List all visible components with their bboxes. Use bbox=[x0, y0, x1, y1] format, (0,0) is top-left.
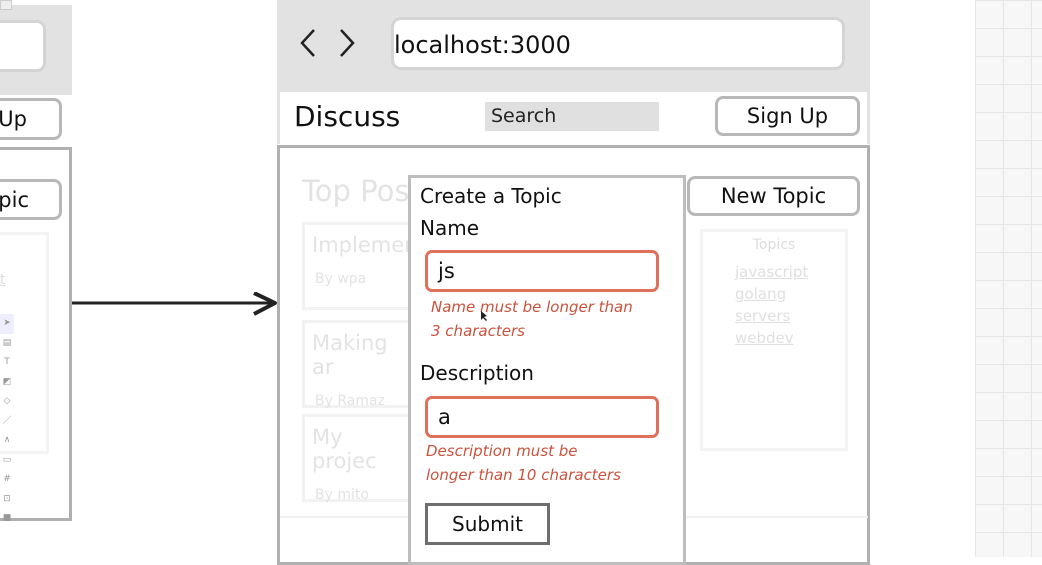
topic-link[interactable]: golang bbox=[735, 283, 845, 305]
post-title: My projec bbox=[312, 425, 377, 473]
mouse-cursor-icon bbox=[481, 311, 487, 321]
post-title: Implemen bbox=[312, 233, 418, 257]
crop-icon[interactable]: # bbox=[0, 470, 14, 490]
submit-button[interactable]: Submit bbox=[425, 503, 550, 545]
topics-box: Topics javascript golang servers webdev bbox=[700, 229, 848, 451]
left-new-topic-button[interactable]: pic bbox=[0, 179, 62, 220]
upload-icon[interactable]: ⊡ bbox=[0, 490, 14, 510]
url-bar[interactable]: localhost:3000 bbox=[391, 17, 845, 70]
frame-icon[interactable]: ▤ bbox=[0, 334, 14, 354]
shapes-icon[interactable]: ◇ bbox=[0, 392, 14, 412]
post-card[interactable]: My projec By mito bbox=[302, 414, 412, 503]
name-error: Name must be longer than 3 characters bbox=[431, 295, 633, 343]
more-icon[interactable]: ■ bbox=[0, 509, 14, 529]
left-url-box bbox=[0, 20, 46, 72]
line-icon[interactable]: ／ bbox=[0, 412, 14, 432]
signup-button[interactable]: Sign Up bbox=[715, 96, 860, 136]
modal-title: Create a Topic bbox=[420, 184, 562, 208]
left-topic-link: t bbox=[0, 272, 6, 288]
panel-icon bbox=[0, 0, 12, 10]
name-error-line: 3 characters bbox=[431, 322, 525, 340]
new-topic-button[interactable]: New Topic bbox=[687, 176, 860, 216]
post-card[interactable]: Implemen By wpa bbox=[302, 222, 418, 310]
toolbar: ➤ ▤ T ◩ ◇ ／ ∧ ▭ # ⊡ ■ bbox=[0, 314, 14, 529]
brand-logo[interactable]: Discuss bbox=[294, 100, 400, 133]
post-author: By Ramaz bbox=[315, 393, 385, 409]
topic-link[interactable]: servers bbox=[735, 305, 845, 327]
name-input[interactable]: js bbox=[425, 250, 659, 292]
text-icon[interactable]: T bbox=[0, 353, 14, 373]
sticky-note-icon[interactable]: ◩ bbox=[0, 373, 14, 393]
left-signup-button[interactable]: Up bbox=[0, 98, 62, 140]
topics-title: Topics bbox=[752, 237, 796, 253]
description-input[interactable]: a bbox=[425, 396, 659, 438]
description-label: Description bbox=[420, 361, 534, 385]
topic-link[interactable]: webdev bbox=[735, 327, 845, 349]
description-error-line: longer than 10 characters bbox=[426, 466, 621, 484]
canvas-grid bbox=[975, 0, 1042, 557]
page-heading: Top Pos bbox=[302, 174, 410, 208]
flow-arrow bbox=[72, 292, 277, 316]
chevron-right-icon[interactable] bbox=[337, 28, 357, 58]
name-error-line: Name must be longer than bbox=[431, 298, 633, 316]
post-author: By wpa bbox=[315, 271, 367, 287]
topic-link[interactable]: javascript bbox=[735, 261, 845, 283]
comment-icon[interactable]: ▭ bbox=[0, 451, 14, 471]
description-error-line: Description must be bbox=[426, 442, 578, 460]
post-title: Making ar bbox=[312, 331, 388, 379]
pointer-icon[interactable]: ➤ bbox=[0, 314, 14, 334]
chevron-left-icon[interactable] bbox=[298, 28, 318, 58]
post-author: By mito bbox=[315, 487, 369, 503]
search-input[interactable]: Search bbox=[485, 102, 659, 131]
post-card[interactable]: Making ar By Ramaz bbox=[302, 320, 412, 409]
pen-icon[interactable]: ∧ bbox=[0, 431, 14, 451]
name-label: Name bbox=[420, 216, 480, 240]
description-error: Description must be longer than 10 chara… bbox=[426, 439, 621, 487]
